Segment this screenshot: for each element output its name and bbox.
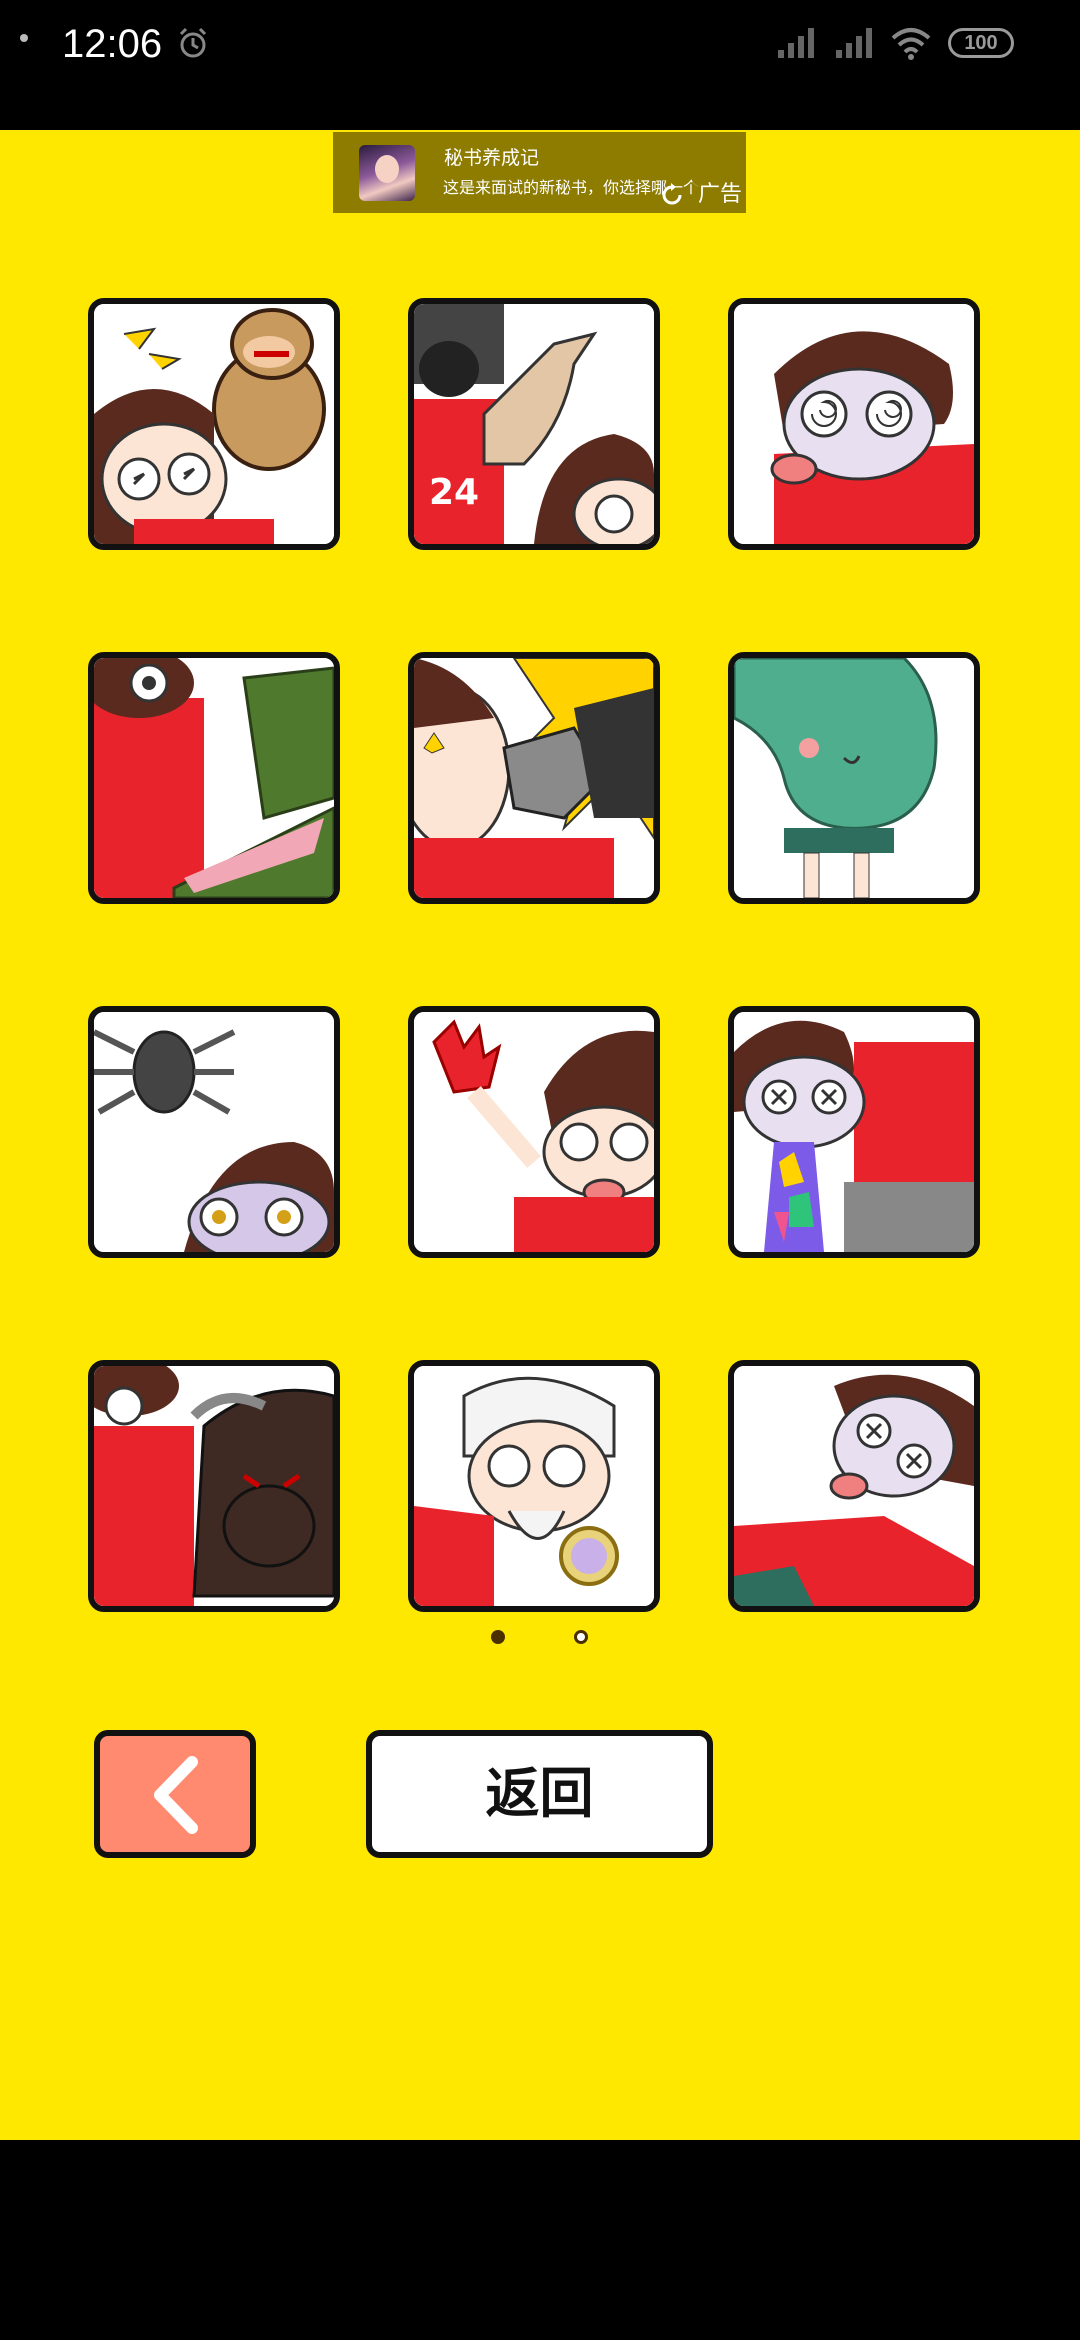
ad-thumbnail[interactable]: [359, 145, 415, 201]
sticker-rainbow-vomit[interactable]: [728, 1006, 980, 1258]
sticker-monkey-attack[interactable]: [88, 298, 340, 550]
bottom-bar: [0, 2140, 1080, 2340]
battery-icon: 100: [948, 28, 1014, 58]
refresh-icon: [662, 183, 682, 205]
page-indicator-1[interactable]: [491, 1630, 505, 1644]
wifi-icon: [891, 28, 931, 60]
sticker-punch-image: [414, 658, 654, 898]
notification-dot: [20, 34, 28, 42]
sticker-muscle-arm-image: 24: [414, 304, 654, 544]
sticker-red-hand[interactable]: [408, 1006, 660, 1258]
signal-icon: [778, 28, 814, 58]
sticker-buffalo-image: [94, 1366, 334, 1606]
ad-title: 秘书养成记: [444, 147, 540, 169]
sticker-rainbow-vomit-image: [734, 1012, 974, 1252]
sticker-green-blob-image: [734, 658, 974, 898]
sticker-dizzy-face[interactable]: [728, 298, 980, 550]
sticker-monkey-attack-image: [94, 304, 334, 544]
main-area: 秘书养成记 这是来面试的新秘书，你选择哪一个 广告 24 返回: [0, 130, 1080, 2140]
sticker-muscle-arm[interactable]: 24: [408, 298, 660, 550]
status-bar: 12:06 100: [0, 0, 1080, 130]
sticker-spider-image: [94, 1012, 334, 1252]
signal-hd-icon: [836, 28, 872, 58]
sticker-green-blob[interactable]: [728, 652, 980, 904]
page-indicator-2[interactable]: [574, 1630, 588, 1644]
sticker-knocked-out-image: [734, 1366, 974, 1606]
prev-page-button[interactable]: [94, 1730, 256, 1858]
sticker-buffalo[interactable]: [88, 1360, 340, 1612]
sticker-red-hand-image: [414, 1012, 654, 1252]
back-button[interactable]: 返回: [366, 1730, 713, 1858]
alarm-icon: [179, 27, 207, 58]
sticker-punch[interactable]: [408, 652, 660, 904]
sticker-old-man-compass-image: [414, 1366, 654, 1606]
status-time: 12:06: [62, 22, 163, 66]
sticker-dizzy-face-image: [734, 304, 974, 544]
chevron-left-icon: [154, 1756, 198, 1834]
sticker-crocodile-image: [94, 658, 334, 898]
sticker-spider[interactable]: [88, 1006, 340, 1258]
ad-description: 这是来面试的新秘书，你选择哪一个: [443, 178, 700, 197]
ad-label: 广告: [691, 182, 742, 208]
sticker-crocodile[interactable]: [88, 652, 340, 904]
ad-banner[interactable]: 秘书养成记 这是来面试的新秘书，你选择哪一个 广告: [333, 132, 746, 213]
sticker-old-man-compass[interactable]: [408, 1360, 660, 1612]
svg-text:24: 24: [429, 472, 479, 513]
sticker-knocked-out[interactable]: [728, 1360, 980, 1612]
